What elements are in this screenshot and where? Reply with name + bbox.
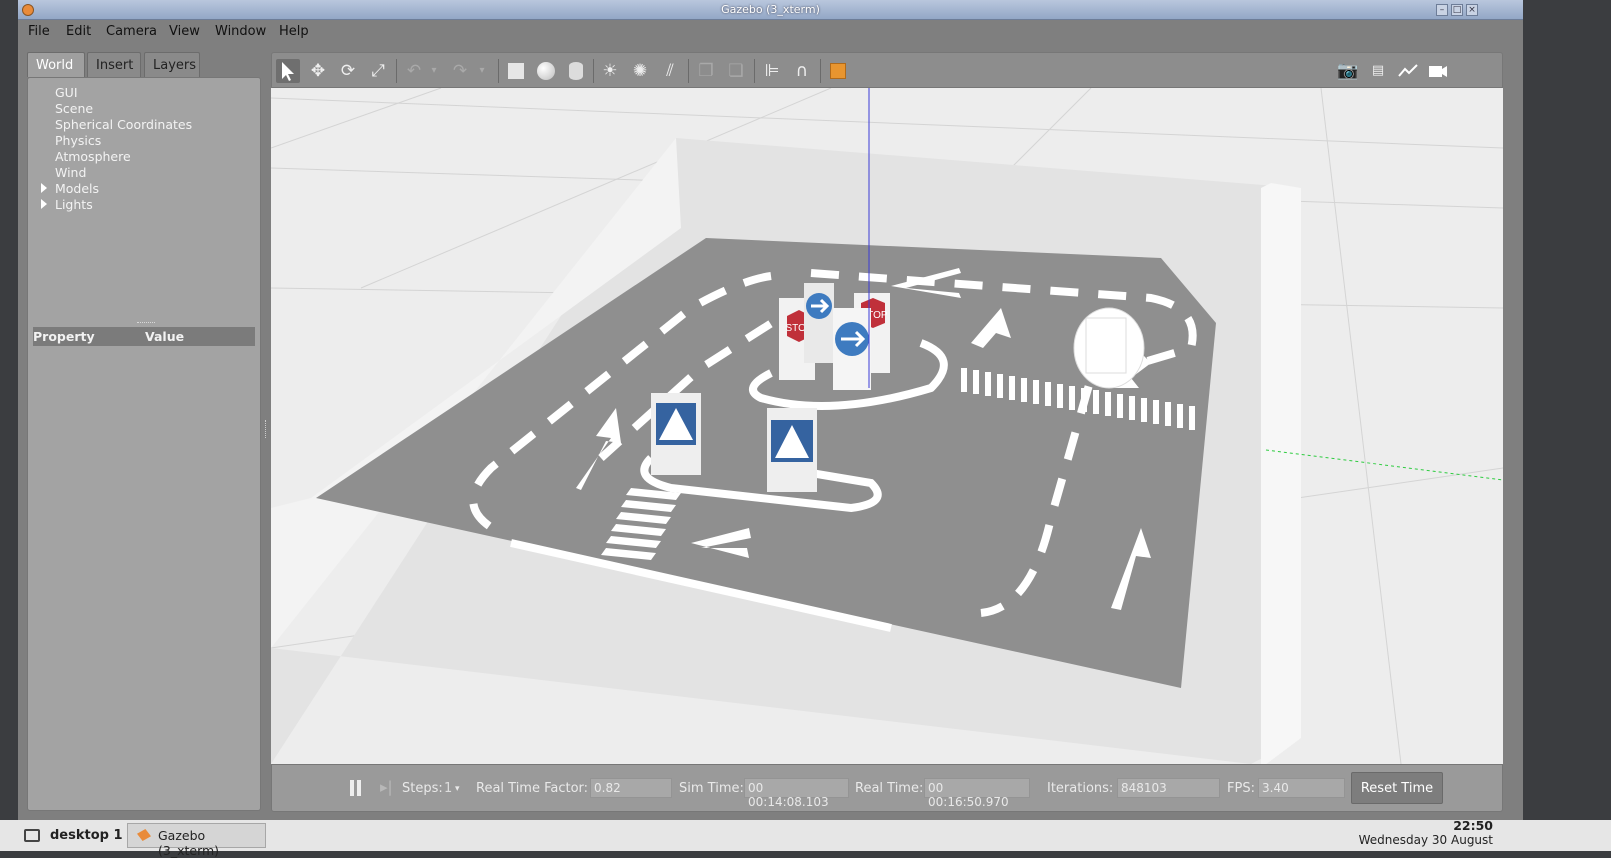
translate-icon[interactable]: ✥	[306, 59, 330, 83]
desktop-icon[interactable]	[24, 829, 40, 842]
title-bar[interactable]: Gazebo (3_xterm) – □ ×	[18, 0, 1523, 20]
tree-item-atmosphere[interactable]: Atmosphere	[55, 149, 131, 164]
desktop-background	[1523, 0, 1611, 820]
spot-light-icon[interactable]: ✺	[628, 59, 652, 83]
tree-item-gui[interactable]: GUI	[55, 85, 78, 100]
paste-icon[interactable]: ❏	[724, 59, 748, 83]
desktop-switcher[interactable]: desktop 1	[50, 828, 123, 843]
directional-light-icon[interactable]: ⫽	[658, 59, 682, 83]
toolbar: ✥ ⟳ ⤢ ↶ ▾ ↷ ▾ ☀ ✺ ⫽ ❐ ❏ ⊫ ∩ 📷 ▤	[271, 52, 1503, 88]
select-icon[interactable]	[276, 59, 300, 83]
menu-camera[interactable]: Camera	[106, 24, 157, 39]
menu-bar: File Edit Camera View Window Help	[18, 21, 1523, 43]
toolbar-separator	[820, 59, 821, 83]
tree-item-lights[interactable]: Lights	[55, 197, 93, 212]
screenshot-icon[interactable]: 📷	[1336, 59, 1360, 83]
arena-wall-right	[1261, 183, 1301, 764]
sign-direction-1	[804, 283, 834, 363]
reset-time-button[interactable]: Reset Time	[1351, 772, 1443, 804]
property-table-header: Property Value	[33, 327, 255, 346]
taskbar-item-gazebo[interactable]: Gazebo (3_xterm)	[127, 823, 266, 858]
view-angle-icon[interactable]	[826, 59, 850, 83]
iterations-field: 848103	[1117, 778, 1220, 798]
clock-date: Wednesday 30 August	[1358, 833, 1493, 847]
steps-label: Steps:	[402, 781, 443, 796]
minimize-icon[interactable]: –	[1436, 4, 1448, 16]
toolbar-separator	[396, 59, 397, 83]
panel-resize-handle[interactable]	[265, 420, 267, 438]
pause-icon[interactable]	[348, 779, 364, 797]
menu-view[interactable]: View	[169, 24, 200, 39]
taskbar-item-label: Gazebo (3_xterm)	[158, 828, 220, 858]
maximize-icon[interactable]: □	[1451, 4, 1463, 16]
time-panel: ▸| Steps: 1 ▾ Real Time Factor: 0.82 Sim…	[271, 764, 1503, 812]
redo-icon[interactable]: ↷	[448, 59, 472, 83]
iterations-label: Iterations:	[1047, 781, 1114, 796]
log-icon[interactable]: ▤	[1366, 59, 1390, 83]
3d-viewport[interactable]: STOP STOP	[271, 88, 1503, 764]
gazebo-icon	[137, 829, 151, 841]
rtf-label: Real Time Factor:	[476, 781, 589, 796]
toolbar-separator	[498, 59, 499, 83]
tree-item-physics[interactable]: Physics	[55, 133, 101, 148]
tree-item-scene[interactable]: Scene	[55, 101, 93, 116]
toolbar-separator	[593, 59, 594, 83]
clock-time: 22:50	[1453, 818, 1493, 833]
window-title: Gazebo (3_xterm)	[721, 3, 820, 16]
plot-icon[interactable]	[1396, 59, 1420, 83]
tree-item-wind[interactable]: Wind	[55, 165, 86, 180]
fps-label: FPS:	[1227, 781, 1255, 796]
sphere-icon[interactable]	[534, 59, 558, 83]
real-time-field: 00 00:16:50.970	[924, 778, 1030, 809]
sign-direction-2	[833, 308, 871, 390]
toolbar-separator	[688, 59, 689, 83]
sim-time-label: Sim Time:	[679, 781, 744, 796]
column-property: Property	[33, 329, 95, 344]
sim-time-field: 00 00:14:08.103	[744, 778, 849, 809]
scale-icon[interactable]: ⤢	[366, 59, 390, 83]
copy-icon[interactable]: ❐	[694, 59, 718, 83]
steps-dropdown-icon[interactable]: ▾	[455, 784, 460, 794]
taskbar: desktop 1 Gazebo (3_xterm) 22:50 Wednesd…	[0, 818, 1611, 858]
point-light-icon[interactable]: ☀	[598, 59, 622, 83]
rtf-field: 0.82	[590, 778, 672, 798]
fps-field: 3.40	[1258, 778, 1345, 798]
box-icon[interactable]	[504, 59, 528, 83]
redo-dropdown-icon[interactable]: ▾	[470, 59, 494, 83]
column-value: Value	[145, 329, 185, 344]
close-icon[interactable]: ×	[1466, 4, 1478, 16]
tree-item-spherical-coordinates[interactable]: Spherical Coordinates	[55, 117, 192, 132]
snap-icon[interactable]: ∩	[790, 59, 814, 83]
steps-value[interactable]: 1	[444, 781, 452, 796]
align-icon[interactable]: ⊫	[760, 59, 784, 83]
cylinder-icon[interactable]	[564, 59, 588, 83]
real-time-label: Real Time:	[855, 781, 924, 796]
splitter-handle[interactable]	[137, 322, 155, 324]
menu-window[interactable]: Window	[215, 24, 266, 39]
rotate-icon[interactable]: ⟳	[336, 59, 360, 83]
tab-layers[interactable]: Layers	[144, 52, 200, 77]
tab-world[interactable]: World	[27, 52, 85, 77]
menu-file[interactable]: File	[28, 24, 50, 39]
expand-arrow-icon[interactable]	[41, 183, 47, 193]
tree-item-models[interactable]: Models	[55, 181, 99, 196]
tab-insert[interactable]: Insert	[87, 52, 141, 77]
undo-dropdown-icon[interactable]: ▾	[422, 59, 446, 83]
clock[interactable]: 22:50 Wednesday 30 August	[1359, 818, 1493, 847]
menu-edit[interactable]: Edit	[66, 24, 91, 39]
step-icon[interactable]: ▸|	[380, 778, 393, 796]
sign-pedestrian-2	[767, 408, 817, 492]
toolbar-separator	[754, 59, 755, 83]
robot-model	[1073, 307, 1145, 389]
expand-arrow-icon[interactable]	[41, 199, 47, 209]
sign-pedestrian-1	[651, 393, 701, 475]
menu-help[interactable]: Help	[279, 24, 309, 39]
scene-render: STOP STOP	[271, 88, 1503, 764]
record-icon[interactable]	[1426, 59, 1450, 83]
